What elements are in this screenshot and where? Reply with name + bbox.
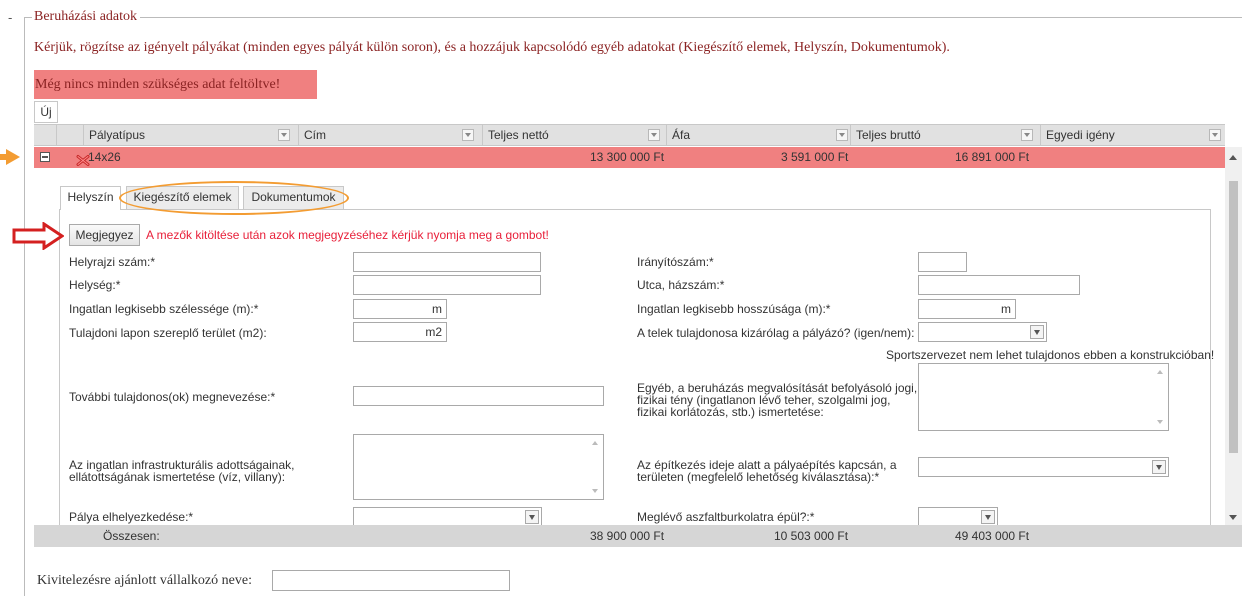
label-telek-tulajdonosa: A telek tulajdonosa kizárólag a pályázó?…: [637, 326, 915, 340]
szelesseg-input[interactable]: m: [353, 299, 447, 319]
label-helyrajzi-szam: Helyrajzi szám:*: [69, 255, 156, 269]
totals-row: Összesen: 38 900 000 Ft 10 503 000 Ft 49…: [34, 525, 1242, 547]
tovabbi-tulajdonos-input[interactable]: [353, 386, 604, 406]
unit-m: m: [1001, 302, 1011, 316]
chevron-down-icon: [1030, 325, 1044, 339]
expander-column-header: [34, 125, 56, 146]
label-helyseg: Helység:*: [69, 278, 121, 292]
section-legend: Beruházási adatok: [32, 9, 141, 25]
label-kivitelezo: Kivitelezésre ajánlott vállalkozó neve:: [37, 573, 252, 588]
scroll-up-icon: [1157, 370, 1163, 374]
column-label: Egyedi igény: [1046, 128, 1115, 142]
annotation-arrow-icon: [12, 222, 64, 250]
scroll-up-icon[interactable]: [1229, 155, 1237, 160]
cell-palyatipus: 14x26: [88, 150, 121, 164]
save-hint: A mezők kitöltése után azok megjegyzéséh…: [146, 228, 549, 242]
alert-banner: Még nincs minden szükséges adat feltöltv…: [34, 70, 317, 99]
filter-dropdown-icon[interactable]: [278, 129, 290, 141]
filter-dropdown-icon[interactable]: [1209, 129, 1221, 141]
column-header-cim[interactable]: Cím: [298, 125, 482, 146]
helyseg-input[interactable]: [353, 275, 541, 295]
column-header-egyedi-igeny[interactable]: Egyedi igény: [1040, 125, 1225, 146]
annotation-highlight-oval: [119, 181, 349, 215]
save-button[interactable]: Megjegyez: [69, 224, 140, 246]
column-header-palyatipus[interactable]: Pályatípus: [83, 125, 298, 146]
collapse-row-icon[interactable]: [40, 152, 50, 162]
totals-brutto: 49 403 000 Ft: [955, 529, 1030, 543]
column-label: Teljes bruttó: [856, 128, 921, 142]
column-header-afa[interactable]: Áfa: [666, 125, 850, 146]
helyrajzi-szam-input[interactable]: [353, 252, 541, 272]
table-row[interactable]: 14x26 13 300 000 Ft 3 591 000 Ft 16 891 …: [34, 147, 1225, 168]
totals-afa: 10 503 000 Ft: [774, 529, 849, 543]
unit-m: m: [432, 302, 442, 316]
label-hosszusag: Ingatlan legkisebb hosszúsága (m):*: [637, 302, 831, 316]
infra-textarea[interactable]: [353, 434, 604, 500]
egyeb-textarea[interactable]: [918, 363, 1169, 431]
cell-teljes-brutto: 16 891 000 Ft: [955, 150, 1030, 164]
tab-helyszin[interactable]: Helyszín: [60, 186, 121, 210]
label-aszfaltburkolat: Meglévő aszfaltburkolatra épül?:*: [637, 510, 815, 524]
cell-afa: 3 591 000 Ft: [781, 150, 849, 164]
filter-dropdown-icon[interactable]: [836, 129, 848, 141]
unit-m2: m2: [425, 325, 442, 339]
chevron-down-icon: [981, 510, 995, 524]
telek-tulajdonosa-select[interactable]: [918, 322, 1047, 342]
chevron-down-icon: [1152, 460, 1166, 474]
column-label: Teljes nettó: [488, 128, 549, 142]
scroll-up-icon: [592, 441, 598, 445]
aszfaltburkolat-select[interactable]: [918, 507, 998, 527]
column-header-teljes-netto[interactable]: Teljes nettó: [482, 125, 666, 146]
intro-text: Kérjük, rögzítse az igényelt pályákat (m…: [34, 40, 950, 55]
label-terulet: Tulajdoni lapon szereplő terület (m2):: [69, 326, 267, 340]
column-label: Cím: [304, 128, 326, 142]
annotation-arrow-icon: [6, 149, 20, 165]
label-egyeb-line3: fizikai korlátozás, stb.) ismertetése:: [637, 405, 824, 419]
epitkezes-select[interactable]: [918, 457, 1169, 477]
chevron-down-icon: [525, 510, 539, 524]
label-iranyitoszam: Irányítószám:*: [637, 255, 714, 269]
scroll-down-icon: [1157, 420, 1163, 424]
utca-input[interactable]: [918, 275, 1080, 295]
label-palya-elhelyezkedese: Pálya elhelyezkedése:*: [69, 510, 194, 524]
scroll-down-icon: [592, 489, 598, 493]
scroll-down-icon[interactable]: [1229, 515, 1237, 520]
label-infra-line2: ellátottságának ismertetése (víz, villan…: [69, 470, 286, 484]
filter-dropdown-icon[interactable]: [1021, 129, 1033, 141]
column-header-teljes-brutto[interactable]: Teljes bruttó: [850, 125, 1034, 146]
collapse-dash[interactable]: -: [8, 10, 12, 25]
filter-dropdown-icon[interactable]: [462, 129, 474, 141]
totals-netto: 38 900 000 Ft: [590, 529, 665, 543]
column-label: Áfa: [672, 128, 691, 142]
label-epitkezes-line2: területen (megfelelő lehetőség kiválaszt…: [637, 470, 880, 484]
totals-label: Összesen:: [103, 529, 160, 543]
hosszusag-input[interactable]: m: [918, 299, 1016, 319]
sportszervezet-note: Sportszervezet nem lehet tulajdonos ebbe…: [886, 348, 1215, 362]
action-column-header: [56, 125, 83, 146]
column-label: Pályatípus: [89, 128, 146, 142]
kivitelezo-input[interactable]: [272, 570, 510, 591]
label-tovabbi-tulajdonos: További tulajdonos(ok) megnevezése:*: [69, 390, 276, 404]
iranyitoszam-input[interactable]: [918, 252, 967, 272]
fieldset-border-left: [24, 17, 25, 596]
scrollbar-thumb[interactable]: [1229, 181, 1238, 453]
new-row-button[interactable]: Új: [34, 101, 58, 123]
fieldset-border-top: [24, 17, 1242, 18]
filter-dropdown-icon[interactable]: [648, 129, 660, 141]
terulet-input[interactable]: m2: [353, 322, 447, 342]
palya-elhelyezkedese-select[interactable]: [353, 507, 542, 527]
label-utca: Utca, házszám:*: [637, 278, 725, 292]
cell-teljes-netto: 13 300 000 Ft: [590, 150, 665, 164]
label-szelesseg: Ingatlan legkisebb szélessége (m):*: [69, 302, 259, 316]
grid-header: Pályatípus Cím Teljes nettó Áfa Teljes b…: [34, 124, 1225, 146]
